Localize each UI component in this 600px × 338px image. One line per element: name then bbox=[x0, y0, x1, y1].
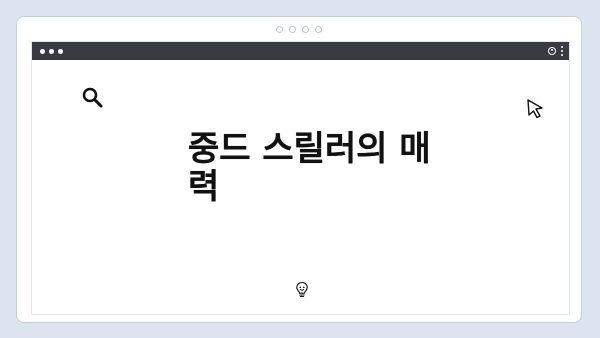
more-vertical-icon[interactable] bbox=[561, 46, 563, 56]
browser-actions bbox=[548, 46, 563, 56]
window-control-dot[interactable] bbox=[49, 48, 54, 54]
more-dot bbox=[561, 54, 563, 56]
carousel-indicators bbox=[17, 26, 581, 33]
carousel-indicator[interactable] bbox=[289, 26, 296, 33]
presentation-stage: 중드 스릴러의 매력 bbox=[0, 0, 600, 338]
browser-mockup: 중드 스릴러의 매력 bbox=[31, 41, 570, 315]
post-title: 중드 스릴러의 매력 bbox=[188, 129, 431, 207]
window-control-dot[interactable] bbox=[58, 48, 63, 54]
browser-title-bar bbox=[32, 42, 569, 60]
window-controls bbox=[40, 48, 63, 54]
lightbulb-icon bbox=[296, 281, 308, 298]
more-dot bbox=[561, 46, 563, 48]
window-control-dot[interactable] bbox=[40, 48, 45, 54]
carousel-indicator[interactable] bbox=[315, 26, 322, 33]
profile-icon[interactable] bbox=[548, 47, 556, 55]
more-dot bbox=[561, 50, 563, 52]
carousel-indicator[interactable] bbox=[302, 26, 309, 33]
carousel-indicator[interactable] bbox=[276, 26, 283, 33]
cursor-icon bbox=[527, 99, 543, 119]
search-icon bbox=[82, 87, 103, 108]
